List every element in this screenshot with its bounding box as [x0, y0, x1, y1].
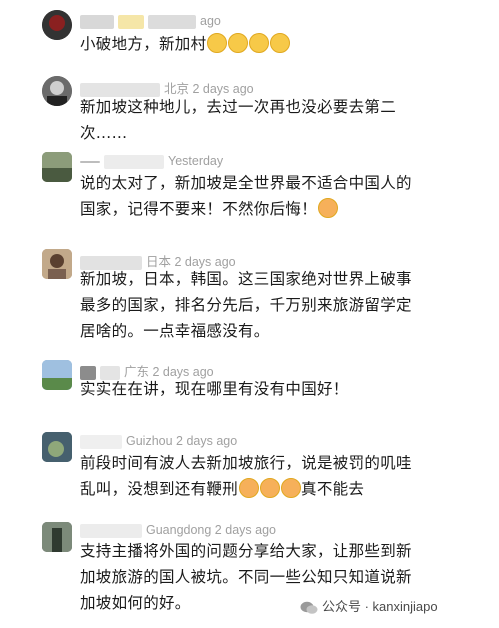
- comment-time: Guangdong 2 days ago: [146, 523, 276, 537]
- comment-text: 新加坡这种地儿，去过一次再也没必要去第二次……: [80, 98, 397, 142]
- comment-text-body: 真不能去: [301, 480, 365, 498]
- avatar[interactable]: [42, 432, 72, 462]
- comment-text-body: 说的太对了，新加坡是全世界最不适合中国人的国家，记得不要来！不然你后悔！: [80, 174, 412, 218]
- comment-time: Guizhou 2 days ago: [126, 434, 238, 448]
- avatar[interactable]: [42, 249, 72, 279]
- wechat-watermark: 公众号 · kanxinjiapo: [300, 596, 438, 615]
- blurred-username: [104, 154, 164, 169]
- blurred-username: [80, 14, 114, 29]
- comment-text: 小破地方，新加村: [80, 31, 420, 57]
- comment-meta: Guizhou 2 days ago: [80, 434, 237, 449]
- cat-emoji-icon: [281, 477, 302, 498]
- comment-time: Yesterday: [168, 154, 224, 168]
- comment-meta: ago: [80, 14, 221, 29]
- grin-emoji-icon: [228, 32, 249, 53]
- grin-emoji-icon: [249, 32, 270, 53]
- footer-label: 公众号 · kanxinjiapo: [322, 599, 438, 614]
- cat-emoji-icon: [239, 477, 260, 498]
- avatar-image: [42, 249, 72, 279]
- avatar-image: [42, 522, 72, 552]
- comment-text: 说的太对了，新加坡是全世界最不适合中国人的国家，记得不要来！不然你后悔！: [80, 170, 420, 222]
- blurred-username: [118, 14, 144, 29]
- cat-emoji-icon: [318, 197, 339, 218]
- wechat-icon: [300, 601, 318, 615]
- comment-meta: Yesterday: [80, 154, 223, 169]
- grin-emoji-icon: [270, 32, 291, 53]
- comment-meta: Guangdong 2 days ago: [80, 523, 276, 538]
- blurred-username: [80, 160, 100, 163]
- avatar[interactable]: [42, 152, 72, 182]
- comment-text-body: 小破地方，新加村: [80, 35, 207, 53]
- comment-text: 新加坡，日本，韩国。这三国家绝对世界上破事最多的国家，排名分先后，千万别来旅游留…: [80, 270, 412, 340]
- blurred-username: [80, 523, 142, 538]
- avatar-image: [42, 10, 72, 40]
- comment-text: 前段时间有波人去新加坡旅行，说是被罚的叽哇乱叫，没想到还有鞭刑 真不能去: [80, 450, 420, 502]
- avatar-image: [42, 360, 72, 390]
- avatar-image: [42, 432, 72, 462]
- avatar[interactable]: [42, 360, 72, 390]
- grin-emoji-icon: [207, 32, 228, 53]
- comment-text: 实实在在讲，现在哪里有没有中国好！: [80, 380, 349, 398]
- comment-time: ago: [200, 14, 221, 28]
- avatar[interactable]: [42, 522, 72, 552]
- avatar[interactable]: [42, 10, 72, 40]
- blurred-username: [148, 14, 196, 29]
- avatar[interactable]: [42, 76, 72, 106]
- avatar-image: [42, 76, 72, 106]
- avatar-image: [42, 152, 72, 182]
- blurred-username: [80, 434, 122, 449]
- cat-emoji-icon: [260, 477, 281, 498]
